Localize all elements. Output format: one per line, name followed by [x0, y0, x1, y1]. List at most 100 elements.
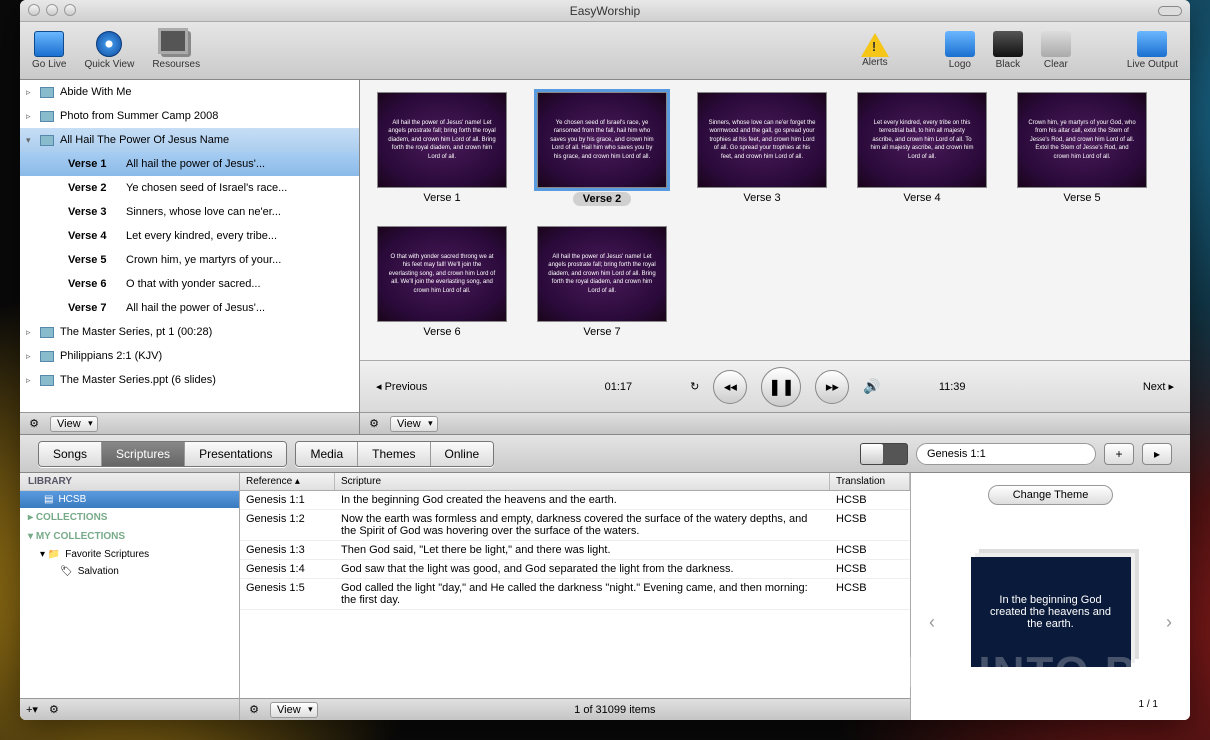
- minimize-icon[interactable]: [46, 4, 58, 16]
- elapsed-time: 01:17: [605, 381, 633, 393]
- verse-row[interactable]: Verse 2Ye chosen seed of Israel's race..…: [20, 176, 359, 200]
- status-text: 1 of 31099 items: [326, 704, 904, 716]
- col-translation[interactable]: Translation: [830, 473, 910, 490]
- alert-icon: [861, 33, 889, 57]
- table-row[interactable]: Genesis 1:3Then God said, "Let there be …: [240, 541, 910, 560]
- previous-button[interactable]: ◂ Previous: [376, 380, 427, 393]
- library-header: LIBRARY: [20, 473, 239, 491]
- col-scripture[interactable]: Scripture: [335, 473, 830, 490]
- verse-row[interactable]: Verse 7All hail the power of Jesus'...: [20, 296, 359, 320]
- verse-row[interactable]: Verse 5Crown him, ye martyrs of your...: [20, 248, 359, 272]
- schedule-strip: ⚙ View: [20, 412, 359, 434]
- resources-button[interactable]: Resourses: [152, 31, 200, 70]
- verse-row[interactable]: Verse 1All hail the power of Jesus'...: [20, 152, 359, 176]
- add-icon[interactable]: +▾: [26, 703, 38, 716]
- schedule-item[interactable]: ▹Philippians 2:1 (KJV): [20, 344, 359, 368]
- library-item-hcsb[interactable]: ▤HCSB: [20, 491, 239, 508]
- slide-thumb[interactable]: Crown him, ye martyrs of your God, who f…: [1012, 92, 1152, 206]
- volume-icon[interactable]: 🔊: [863, 378, 880, 395]
- schedule-item[interactable]: ▹Abide With Me: [20, 80, 359, 104]
- slide-thumb[interactable]: All hail the power of Jesus' name! Let a…: [532, 226, 672, 338]
- library-sidebar: LIBRARY ▤HCSB ▸ COLLECTIONS ▾ MY COLLECT…: [20, 473, 240, 720]
- col-reference[interactable]: Reference ▴: [240, 473, 335, 490]
- view-select[interactable]: View: [50, 416, 98, 432]
- gear-icon[interactable]: ⚙: [26, 416, 42, 432]
- table-row[interactable]: Genesis 1:4God saw that the light was go…: [240, 560, 910, 579]
- logo-button[interactable]: Logo: [945, 31, 975, 70]
- close-icon[interactable]: [28, 4, 40, 16]
- schedule-item[interactable]: ▹The Master Series.ppt (6 slides): [20, 368, 359, 392]
- next-arrow-icon[interactable]: ›: [1166, 612, 1172, 633]
- rewind-button[interactable]: ◂◂: [713, 370, 747, 404]
- monitor-icon: [1041, 31, 1071, 57]
- next-button[interactable]: Next ▸: [1143, 380, 1174, 393]
- clear-button[interactable]: Clear: [1041, 31, 1071, 70]
- alerts-button[interactable]: Alerts: [861, 33, 889, 68]
- gear-icon[interactable]: ⚙: [46, 702, 62, 718]
- schedule-item[interactable]: ▾All Hail The Power Of Jesus Name: [20, 128, 359, 152]
- play-button[interactable]: ▸: [1142, 443, 1172, 465]
- tabs-row: Songs Scriptures Presentations Media The…: [20, 435, 1190, 473]
- prev-arrow-icon[interactable]: ‹: [929, 612, 935, 633]
- schedule-item[interactable]: ▹The Master Series, pt 1 (00:28): [20, 320, 359, 344]
- pause-button[interactable]: ❚❚: [761, 367, 801, 407]
- tab-themes[interactable]: Themes: [358, 442, 430, 466]
- scripture-table: Reference ▴ Scripture Translation Genesi…: [240, 473, 910, 720]
- tab-media[interactable]: Media: [296, 442, 358, 466]
- my-collections-header[interactable]: ▾ MY COLLECTIONS: [20, 527, 239, 546]
- main-toolbar: Go Live Quick View Resourses Alerts Logo…: [20, 22, 1190, 80]
- library-item-salvation[interactable]: 🏷 Salvation: [20, 563, 239, 580]
- verse-row[interactable]: Verse 3Sinners, whose love can ne'er...: [20, 200, 359, 224]
- zoom-icon[interactable]: [64, 4, 76, 16]
- scripture-preview: Change Theme ‹ In the beginning God crea…: [910, 473, 1190, 720]
- slide-thumb[interactable]: O that with yonder sacred throng we at h…: [372, 226, 512, 338]
- go-live-button[interactable]: Go Live: [32, 31, 66, 70]
- slide-thumb[interactable]: All hail the power of Jesus' name! Let a…: [372, 92, 512, 206]
- window-title: EasyWorship: [570, 4, 640, 18]
- tab-online[interactable]: Online: [431, 442, 494, 466]
- slide-grid: All hail the power of Jesus' name! Let a…: [360, 80, 1190, 346]
- schedule-panel: ▹Abide With Me▹Photo from Summer Camp 20…: [20, 80, 360, 434]
- monitor-icon: [1137, 31, 1167, 57]
- table-row[interactable]: Genesis 1:1In the beginning God created …: [240, 491, 910, 510]
- gear-icon[interactable]: ⚙: [366, 416, 382, 432]
- slide-thumb[interactable]: Let every kindred, every tribe on this t…: [852, 92, 992, 206]
- forward-button[interactable]: ▸▸: [815, 370, 849, 404]
- info-icon: [96, 31, 122, 57]
- table-row[interactable]: Genesis 1:5God called the light "day," a…: [240, 579, 910, 610]
- library-item-fav[interactable]: ▾ 📁 Favorite Scriptures: [20, 546, 239, 563]
- collections-header[interactable]: ▸ COLLECTIONS: [20, 508, 239, 527]
- monitor-icon: [945, 31, 975, 57]
- view-select[interactable]: View: [390, 416, 438, 432]
- verse-row[interactable]: Verse 4Let every kindred, every tribe...: [20, 224, 359, 248]
- tab-scriptures[interactable]: Scriptures: [102, 442, 185, 466]
- schedule-item[interactable]: ▹Photo from Summer Camp 2008: [20, 104, 359, 128]
- quick-view-button[interactable]: Quick View: [84, 31, 134, 70]
- tab-songs[interactable]: Songs: [39, 442, 102, 466]
- loop-icon[interactable]: ↻: [690, 380, 699, 393]
- change-theme-button[interactable]: Change Theme: [988, 485, 1114, 505]
- toolbar-pill[interactable]: [1158, 6, 1182, 16]
- slide-thumb[interactable]: Sinners, whose love can ne'er forget the…: [692, 92, 832, 206]
- scripture-input[interactable]: [916, 443, 1096, 465]
- preview-slide: In the beginning God created the heavens…: [971, 557, 1131, 667]
- black-button[interactable]: Black: [993, 31, 1023, 70]
- table-header: Reference ▴ Scripture Translation: [240, 473, 910, 491]
- preview-panel: All hail the power of Jesus' name! Let a…: [360, 80, 1190, 434]
- live-output-button[interactable]: Live Output: [1127, 31, 1178, 70]
- tab-presentations[interactable]: Presentations: [185, 442, 286, 466]
- page-indicator: 1 / 1: [1139, 699, 1158, 710]
- tab-group-2: Media Themes Online: [295, 441, 494, 467]
- verse-row[interactable]: Verse 6O that with yonder sacred...: [20, 272, 359, 296]
- slide-thumb[interactable]: Ye chosen seed of Israel's race, ye rans…: [532, 92, 672, 206]
- table-strip: ⚙ View 1 of 31099 items: [240, 698, 910, 720]
- preview-toggle[interactable]: [860, 443, 908, 465]
- library-strip: +▾ ⚙: [20, 698, 239, 720]
- add-button[interactable]: +: [1104, 443, 1134, 465]
- monitor-icon: [34, 31, 64, 57]
- view-select[interactable]: View: [270, 702, 318, 718]
- transport-bar: ◂ Previous 01:17 ↻ ◂◂ ❚❚ ▸▸ 🔊 11:39 Next…: [360, 360, 1190, 412]
- gear-icon[interactable]: ⚙: [246, 702, 262, 718]
- book-icon: ▤: [44, 494, 53, 505]
- table-row[interactable]: Genesis 1:2Now the earth was formless an…: [240, 510, 910, 541]
